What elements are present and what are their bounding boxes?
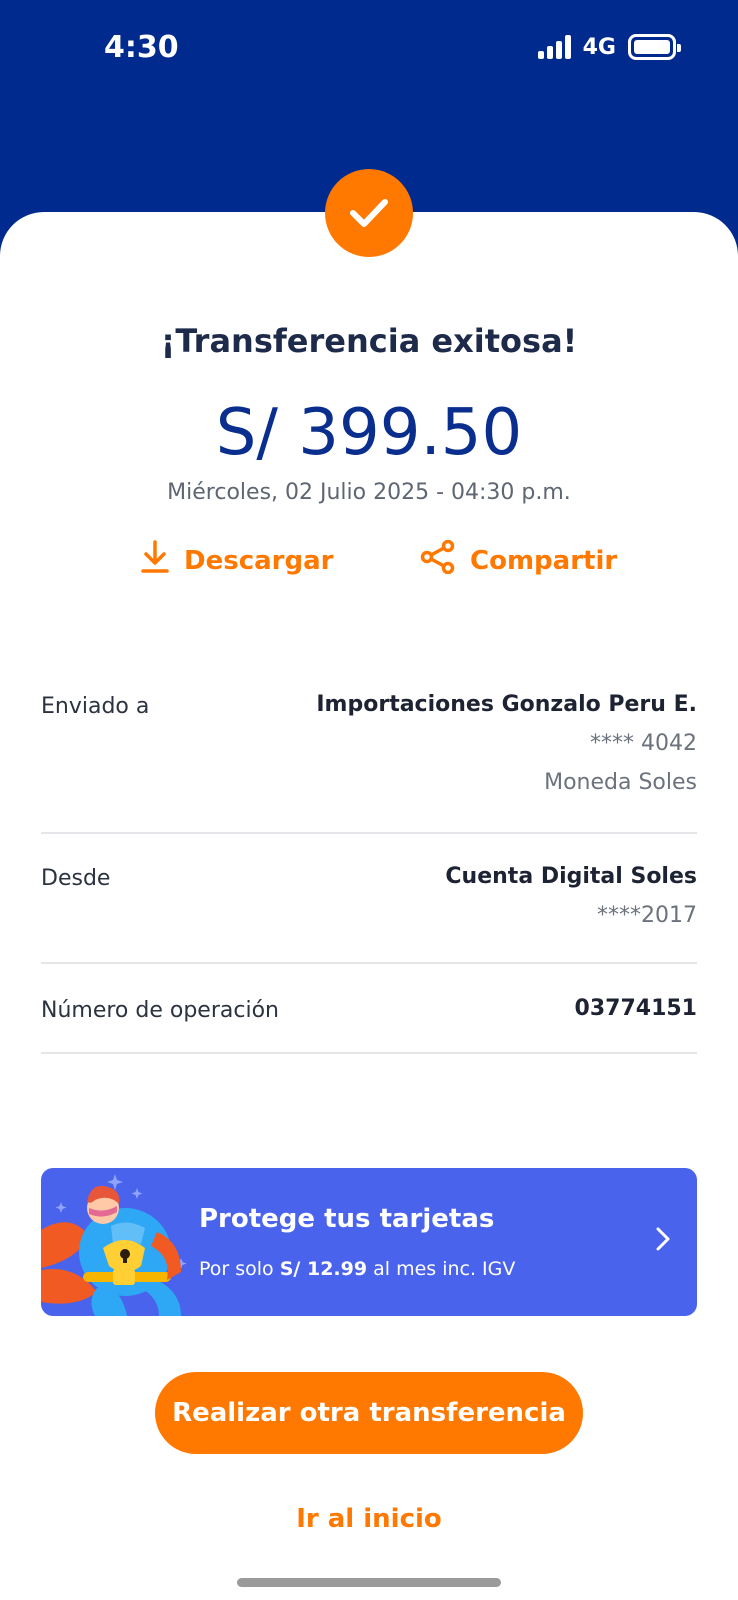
go-home-link[interactable]: Ir al inicio	[0, 1504, 738, 1534]
source-account-number: ****2017	[597, 903, 697, 928]
network-type: 4G	[582, 34, 616, 60]
operation-label: Número de operación	[41, 998, 279, 1023]
status-time: 4:30	[104, 30, 179, 65]
status-indicators: 4G	[537, 34, 681, 60]
sent-to-values: Importaciones Gonzalo Peru E. **** 4042 …	[316, 692, 697, 795]
download-icon	[140, 540, 170, 581]
home-indicator	[237, 1578, 501, 1587]
page-title: ¡Transferencia exitosa!	[160, 322, 578, 360]
promo-sub-suffix: al mes inc. IGV	[367, 1258, 516, 1280]
download-button[interactable]: Descargar	[140, 540, 333, 581]
chevron-right-icon	[655, 1226, 671, 1256]
promo-title: Protege tus tarjetas	[199, 1204, 495, 1234]
recipient-name: Importaciones Gonzalo Peru E.	[316, 692, 697, 717]
superhero-illustration	[41, 1174, 187, 1316]
share-button[interactable]: Compartir	[420, 539, 618, 581]
detail-row-sent-to: Enviado a Importaciones Gonzalo Peru E. …	[41, 680, 697, 834]
transfer-amount: S/ 399.50	[215, 396, 523, 470]
detail-row-from: Desde Cuenta Digital Soles ****2017	[41, 852, 697, 964]
promo-sub-prefix: Por solo	[199, 1258, 280, 1280]
recipient-currency: Moneda Soles	[544, 770, 697, 795]
detail-row-operation: Número de operación 03774151	[41, 984, 697, 1054]
source-account-name: Cuenta Digital Soles	[445, 864, 697, 889]
recipient-account: **** 4042	[590, 731, 697, 756]
check-icon	[325, 169, 413, 257]
download-label: Descargar	[184, 545, 334, 576]
operation-number: 03774151	[574, 996, 697, 1021]
signal-icon	[537, 35, 571, 59]
promo-banner[interactable]: Protege tus tarjetas Por solo S/ 12.99 a…	[41, 1168, 697, 1316]
from-label: Desde	[41, 866, 111, 891]
transfer-datetime: Miércoles, 02 Julio 2025 - 04:30 p.m.	[167, 480, 571, 505]
battery-icon	[628, 34, 681, 60]
operation-values: 03774151	[575, 996, 697, 1021]
new-transfer-button[interactable]: Realizar otra transferencia	[155, 1372, 583, 1454]
sent-to-label: Enviado a	[41, 694, 150, 719]
share-label: Compartir	[470, 545, 618, 576]
from-values: Cuenta Digital Soles ****2017	[445, 864, 697, 928]
status-bar: 4:30 4G	[0, 0, 738, 100]
promo-subtitle: Por solo S/ 12.99 al mes inc. IGV	[199, 1258, 515, 1280]
promo-price: S/ 12.99	[279, 1258, 368, 1280]
share-icon	[420, 539, 456, 581]
